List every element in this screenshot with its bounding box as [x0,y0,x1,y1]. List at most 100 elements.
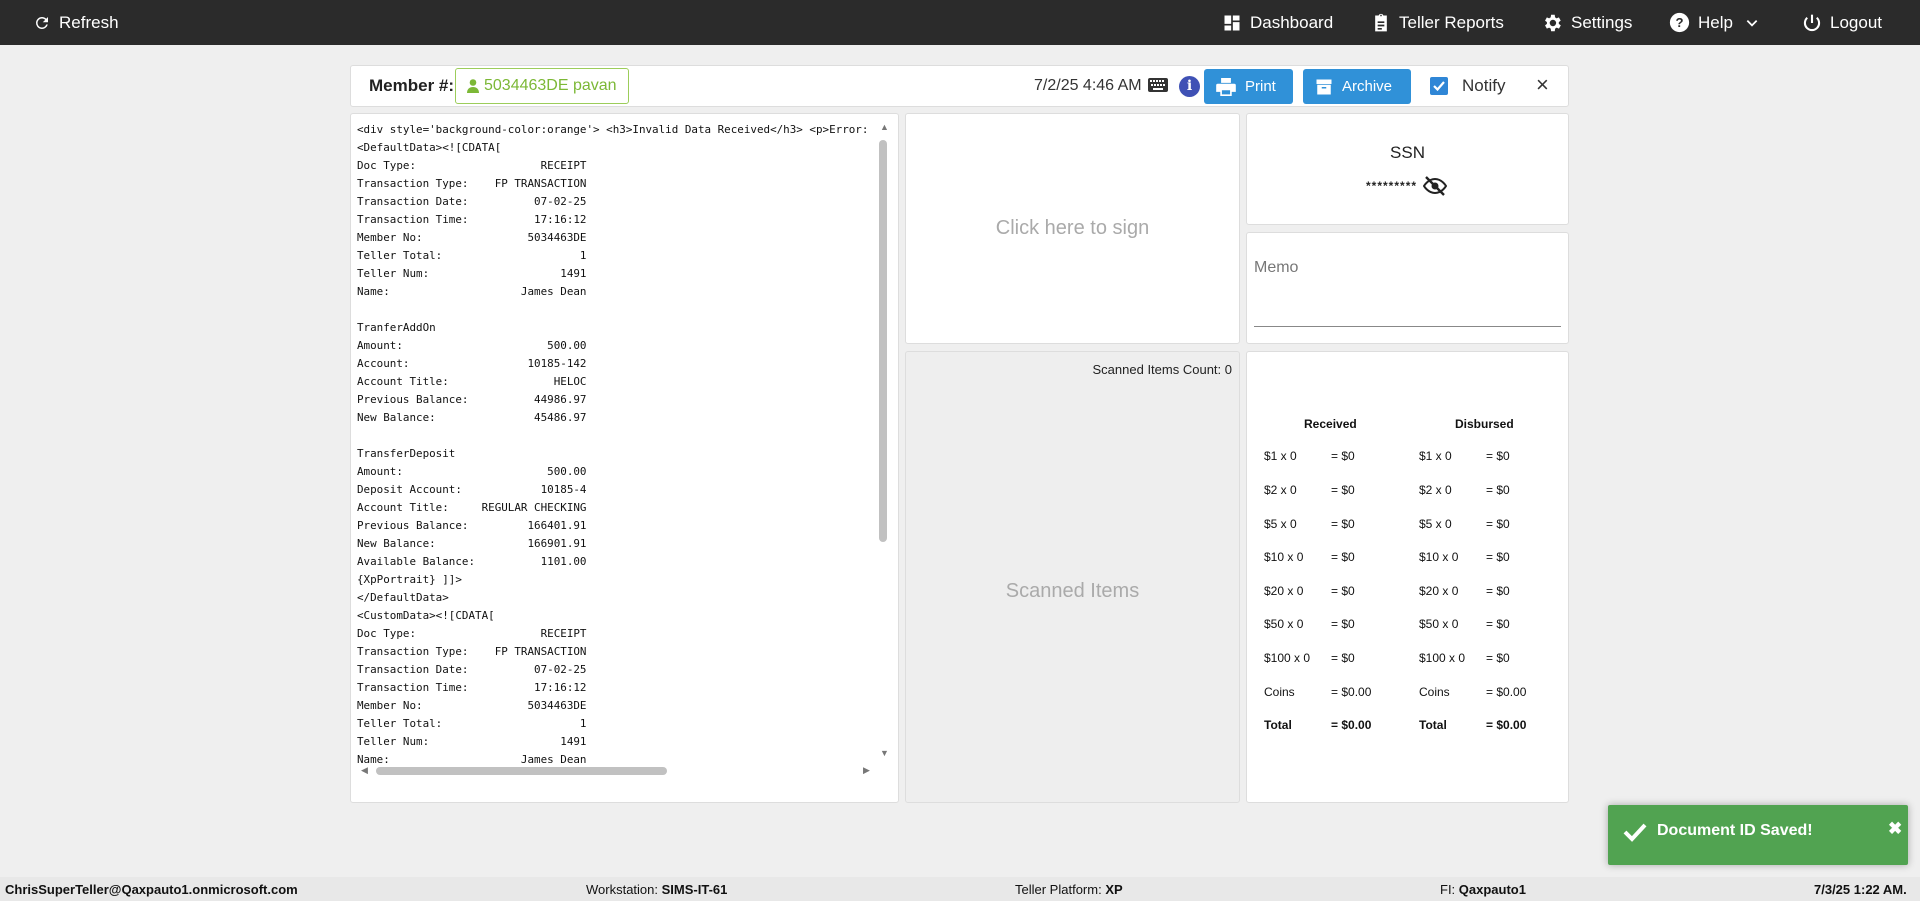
keyboard-icon[interactable] [1148,78,1168,92]
received-amount: = $0 [1331,550,1355,564]
disbursed-denomination: $50 x 0 [1419,617,1459,631]
disbursed-denomination: $20 x 0 [1419,584,1459,598]
top-nav-bar: Refresh Dashboard Teller Reports Setting… [0,0,1920,45]
horizontal-scrollbar[interactable] [376,767,667,775]
chevron-down-icon [1746,19,1758,27]
received-denomination: $100 x 0 [1264,651,1311,665]
notify-label: Notify [1462,76,1506,95]
teller-reports-link[interactable]: Teller Reports [1371,0,1504,45]
received-amount: = $0 [1331,617,1355,631]
received-amount: = $0.00 [1331,685,1372,699]
scanned-items-label: Scanned Items [1005,580,1140,602]
platform-label: Teller Platform: [1015,882,1102,897]
receipt-line: Account Title: HELOC [357,375,587,388]
vertical-scrollbar[interactable] [879,140,887,542]
dashboard-link[interactable]: Dashboard [1222,0,1333,45]
receipt-line: Transaction Time: 17:16:12 [357,213,587,226]
receipt-line: Transaction Time: 17:16:12 [357,681,587,694]
scanned-count: Scanned Items Count: 0 [1092,362,1232,377]
toast-close-button[interactable]: ✖ [1888,819,1902,839]
ssn-masked-value: ********* [1366,179,1418,193]
disbursed-amount: = $0 [1486,617,1510,631]
teller-reports-label: Teller Reports [1399,12,1504,32]
refresh-icon [36,16,48,29]
user-icon [467,79,479,93]
received-denomination: $1 x 0 [1264,449,1297,463]
clipboard-icon [1375,13,1387,31]
receipt-line: Transaction Type: FP TRANSACTION [357,645,587,658]
footer-workstation: Workstation: SIMS-IT-61 [586,882,727,897]
success-toast[interactable]: Document ID Saved! ✖ [1608,805,1908,865]
info-icon[interactable]: i [1179,76,1200,97]
memo-label: Memo [1254,259,1299,276]
close-button[interactable]: × [1536,72,1549,98]
receipt-line: <DefaultData><![CDATA[ [357,141,502,154]
receipt-line: Doc Type: RECEIPT [357,159,587,172]
archive-icon [1316,79,1332,94]
platform-value: XP [1105,882,1123,897]
dashboard-icon [1224,15,1240,30]
scroll-down-arrow[interactable]: ▼ [880,748,889,758]
receipt-line: Name: James Dean [357,285,587,298]
receipt-line: </DefaultData> [357,591,449,604]
logout-label: Logout [1830,12,1882,32]
receipt-line: Previous Balance: 44986.97 [357,393,587,406]
refresh-label: Refresh [59,12,119,32]
disbursed-denomination: Coins [1419,685,1450,699]
disbursed-amount: = $0 [1486,483,1510,497]
receipt-line: Account: 10185-142 [357,357,587,370]
disbursed-denomination: Total [1419,718,1447,732]
settings-link[interactable]: Settings [1541,0,1632,45]
signature-pad[interactable]: Click here to sign [905,113,1240,344]
receipt-line: {XpPortrait} ]]> [357,573,462,586]
fi-label: FI: [1440,882,1456,897]
dashboard-label: Dashboard [1250,12,1334,32]
eye-slash-icon[interactable] [1423,176,1447,196]
receipt-line: Transaction Date: 07-02-25 [357,195,587,208]
receipt-line: Teller Num: 1491 [357,735,587,748]
print-button[interactable]: Print [1204,69,1293,104]
received-denomination: $2 x 0 [1264,483,1297,497]
disbursed-denomination: $10 x 0 [1419,550,1459,564]
help-label: Help [1698,12,1733,32]
scanned-items-panel[interactable]: Scanned Items Count: 0 Scanned Items [905,351,1240,803]
disbursed-denomination: $5 x 0 [1419,517,1452,531]
sign-label: Click here to sign [995,217,1150,239]
received-amount: = $0 [1331,651,1355,665]
fi-value: Qaxpauto1 [1458,882,1526,897]
receipt-line: Transaction Date: 07-02-25 [357,663,587,676]
memo-input[interactable] [1254,326,1561,327]
memo-panel[interactable]: Memo [1246,232,1569,344]
disbursed-denomination: $1 x 0 [1419,449,1452,463]
archive-button[interactable]: Archive [1303,69,1411,104]
received-denomination: $5 x 0 [1264,517,1297,531]
received-amount: = $0 [1331,449,1355,463]
member-chip[interactable]: 5034463DE pavan [455,68,629,104]
received-denomination: $50 x 0 [1264,617,1304,631]
receipt-line [357,301,877,319]
scroll-right-arrow[interactable]: ▶ [863,765,870,776]
ssn-title: SSN [1390,143,1425,162]
receipt-line: TranferAddOn [357,321,436,334]
received-amount: = $0 [1331,584,1355,598]
svg-text:?: ? [1675,15,1683,30]
refresh-button[interactable]: Refresh [33,0,119,45]
scroll-up-arrow[interactable]: ▲ [880,122,889,132]
help-menu[interactable]: ? Help [1669,0,1759,45]
scroll-left-arrow[interactable]: ◀ [361,765,368,776]
receipt-line: Previous Balance: 166401.91 [357,519,587,532]
received-denomination: $10 x 0 [1264,550,1304,564]
checkmark-icon [1623,823,1647,842]
receipt-line: Teller Total: 1 [357,717,587,730]
notify-checkbox[interactable] [1430,77,1448,95]
receipt-line: Account Title: REGULAR CHECKING [357,501,587,514]
received-header: Received [1304,417,1357,431]
receipt-line: Member No: 5034463DE [357,231,587,244]
receipt-panel[interactable]: <div style='background-color:orange'> <h… [350,113,899,803]
power-icon [1803,14,1821,31]
receipt-line: <CustomData><![CDATA[ [357,609,495,622]
check-icon [1433,81,1445,92]
help-icon: ? [1669,12,1690,33]
member-header: Member #: 5034463DE pavan 7/2/25 4:46 AM… [350,65,1569,107]
logout-link[interactable]: Logout [1802,0,1882,45]
